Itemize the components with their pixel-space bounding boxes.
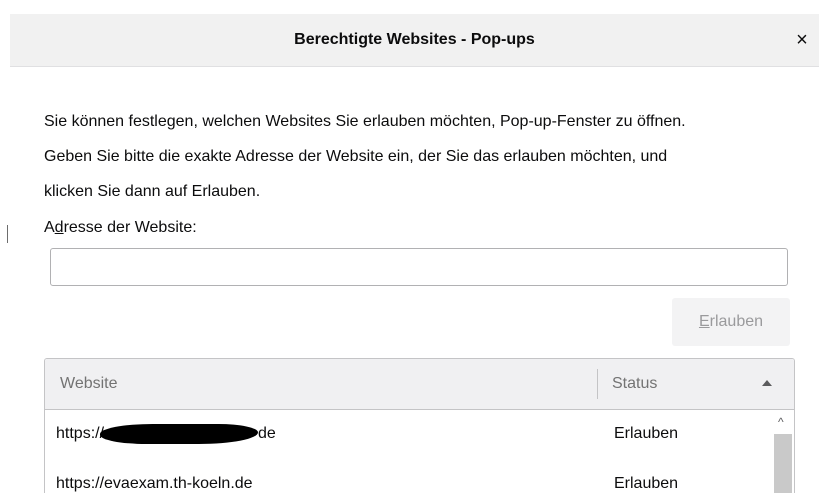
table-row[interactable]: https:// de Erlauben xyxy=(45,410,771,458)
website-address-input[interactable] xyxy=(50,248,788,286)
table-header: Website Status xyxy=(45,359,794,410)
status-cell: Erlauben xyxy=(614,425,679,442)
scrollbar-thumb[interactable] xyxy=(774,434,792,493)
address-label: Adresse der Website: xyxy=(44,216,197,240)
description-line: klicken Sie dann auf Erlauben. xyxy=(44,183,261,200)
table-row[interactable]: https://evaexam.th-koeln.de Erlauben xyxy=(45,460,771,493)
allow-button-accesskey: E xyxy=(698,313,710,330)
redaction-mark xyxy=(100,423,259,444)
address-label-accesskey: d xyxy=(54,219,64,236)
website-suffix: de xyxy=(258,425,276,442)
description-line: Sie können festlegen, welchen Websites S… xyxy=(44,113,686,130)
background-edge-mark xyxy=(7,225,8,243)
popup-permissions-dialog: Berechtigte Websites - Pop-ups × Sie kön… xyxy=(0,0,819,493)
website-prefix: https:// xyxy=(56,425,105,442)
dialog-description: Sie können festlegen, welchen Websites S… xyxy=(44,104,814,209)
permissions-table: Website Status https:// de Erlauben https… xyxy=(44,358,795,493)
dialog-titlebar: Berechtigte Websites - Pop-ups × xyxy=(10,14,819,67)
allow-button[interactable]: Erlauben xyxy=(672,298,790,346)
column-divider[interactable] xyxy=(597,369,598,399)
status-cell: Erlauben xyxy=(614,475,679,492)
column-header-website[interactable]: Website xyxy=(60,359,118,409)
background-window-edge xyxy=(0,0,10,493)
sort-ascending-icon[interactable] xyxy=(762,380,772,386)
allow-button-label: rlauben xyxy=(709,313,764,330)
table-scrollbar[interactable]: ^ xyxy=(771,410,794,493)
address-label-prefix: A xyxy=(44,219,55,236)
close-icon[interactable]: × xyxy=(789,27,815,53)
dialog-title: Berechtigte Websites - Pop-ups xyxy=(294,31,535,48)
description-line: Geben Sie bitte die exakte Adresse der W… xyxy=(44,148,668,165)
website-cell: https://evaexam.th-koeln.de xyxy=(56,475,253,492)
scroll-up-icon[interactable]: ^ xyxy=(778,416,784,428)
column-header-status[interactable]: Status xyxy=(612,359,657,409)
address-label-rest: resse der Website: xyxy=(63,219,197,236)
website-cell: https:// de xyxy=(56,410,276,458)
